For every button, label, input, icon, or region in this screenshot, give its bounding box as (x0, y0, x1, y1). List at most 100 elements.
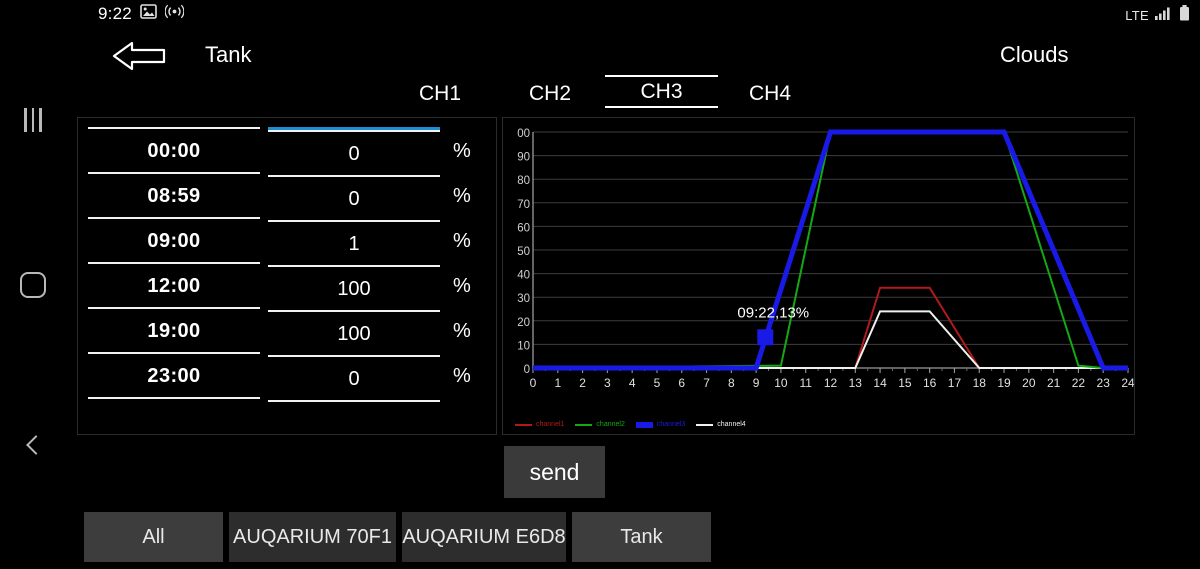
schedule-panel: 00:00 08:59 09:00 12:00 19:00 23:00 0 0 … (77, 117, 497, 435)
svg-text:1: 1 (554, 376, 561, 390)
svg-text:4: 4 (629, 376, 636, 390)
battery-icon (1179, 5, 1190, 26)
page-title: Tank (205, 42, 252, 67)
svg-text:30: 30 (517, 293, 530, 305)
svg-text:40: 40 (517, 270, 530, 282)
legend-label-channel3: channel3 (656, 421, 686, 428)
svg-text:9: 9 (753, 376, 760, 390)
value-input[interactable]: 0 (268, 357, 440, 402)
svg-text:7: 7 (703, 376, 710, 390)
svg-text:20: 20 (517, 317, 530, 329)
recents-icon[interactable] (0, 95, 66, 145)
back-arrow-icon[interactable] (110, 38, 168, 74)
legend-item-channel4: channel4 (696, 421, 746, 428)
svg-text:8: 8 (728, 376, 735, 390)
legend-label-channel2: channel2 (596, 421, 625, 428)
tab-ch4[interactable]: CH4 (730, 82, 810, 106)
legend-label-channel4: channel4 (717, 421, 746, 428)
status-bar-right: LTE (1125, 5, 1190, 26)
percent-symbol: % (453, 275, 471, 297)
svg-text:5: 5 (654, 376, 661, 390)
value-input[interactable]: 0 (268, 177, 440, 222)
broadcast-icon (164, 4, 185, 24)
device-button-all[interactable]: All (84, 512, 223, 562)
status-time: 9:22 (98, 4, 132, 23)
time-cell[interactable]: 19:00 (88, 309, 260, 354)
value-input[interactable]: 1 (268, 222, 440, 267)
svg-text:22: 22 (1072, 376, 1086, 390)
legend-item-channel1: channel1 (515, 421, 564, 428)
time-cell[interactable]: 08:59 (88, 174, 260, 219)
svg-text:21: 21 (1047, 376, 1061, 390)
svg-text:20: 20 (1022, 376, 1036, 390)
svg-text:23: 23 (1097, 376, 1111, 390)
send-button[interactable]: send (504, 446, 605, 498)
svg-text:24: 24 (1121, 376, 1134, 390)
header-right-title: Clouds (1000, 42, 1069, 67)
chart-panel[interactable]: 0 10 20 30 40 50 60 70 80 90 00 0 1 2 3 4 5 6 7 8 9 10 11 12 13 1… (502, 117, 1135, 435)
legend-item-channel3: channel3 (635, 421, 686, 428)
percent-symbol: % (453, 320, 471, 342)
svg-text:11: 11 (799, 376, 812, 390)
schedule-percent-column: % % % % % % (453, 127, 493, 399)
signal-bars-icon (1155, 6, 1173, 25)
value-input[interactable]: 100 (268, 267, 440, 312)
image-icon (140, 4, 157, 24)
svg-text:17: 17 (948, 376, 962, 390)
device-selector-row: All AUQARIUM 70F1 AUQARIUM E6D8 Tank (84, 512, 711, 562)
percent-symbol: % (453, 365, 471, 387)
svg-text:10: 10 (774, 376, 788, 390)
status-bar: 9:22 LTE (0, 0, 1200, 30)
device-button-tank[interactable]: Tank (572, 512, 711, 562)
device-button-auqarium-70f1[interactable]: AUQARIUM 70F1 (229, 512, 396, 562)
tab-ch2[interactable]: CH2 (510, 82, 590, 106)
svg-text:00: 00 (517, 128, 530, 140)
legend-swatch-channel2 (575, 423, 593, 426)
legend-label-channel1: channel1 (536, 421, 565, 428)
android-nav-bar (0, 30, 66, 569)
legend-item-channel2: channel2 (575, 421, 625, 428)
tab-ch3[interactable]: CH3 (605, 75, 718, 108)
time-cell[interactable]: 12:00 (88, 264, 260, 309)
svg-text:15: 15 (898, 376, 912, 390)
svg-text:50: 50 (517, 246, 530, 258)
svg-text:80: 80 (517, 175, 530, 187)
percent-symbol: % (453, 140, 471, 162)
legend-swatch-channel3 (635, 421, 653, 428)
svg-text:3: 3 (604, 376, 611, 390)
percent-symbol: % (453, 230, 471, 252)
channel-tabs: CH1 CH2 CH3 CH4 (400, 70, 820, 112)
back-chevron-icon[interactable] (0, 420, 66, 470)
schedule-line-chart: 0102030405060708090000 1 2 3 4 5 6 7 8 9 10 11 12 13 1… (517, 128, 1134, 390)
svg-text:70: 70 (517, 199, 530, 211)
value-input[interactable]: 100 (268, 312, 440, 357)
schedule-time-column: 00:00 08:59 09:00 12:00 19:00 23:00 (88, 127, 260, 399)
percent-symbol: % (453, 185, 471, 207)
svg-text:60: 60 (517, 222, 530, 234)
time-cell[interactable]: 09:00 (88, 219, 260, 264)
app-root: 9:22 LTE Tank Clouds CH1 CH2 CH3 CH4 00:… (0, 0, 1200, 569)
schedule-value-column: 0 0 1 100 100 0 (268, 127, 440, 402)
svg-text:18: 18 (973, 376, 987, 390)
home-icon[interactable] (0, 260, 66, 310)
svg-text:0: 0 (530, 376, 537, 390)
svg-text:12: 12 (824, 376, 838, 390)
value-input[interactable]: 0 (268, 132, 440, 177)
svg-text:6: 6 (678, 376, 685, 390)
status-bar-left: 9:22 (98, 4, 185, 24)
svg-text:14: 14 (873, 376, 887, 390)
svg-text:2: 2 (579, 376, 586, 390)
svg-text:16: 16 (923, 376, 937, 390)
time-cell[interactable]: 00:00 (88, 129, 260, 174)
network-label: LTE (1125, 8, 1149, 23)
legend-swatch-channel4 (696, 423, 714, 426)
time-cell[interactable]: 23:00 (88, 354, 260, 399)
svg-text:19: 19 (997, 376, 1011, 390)
tab-ch1[interactable]: CH1 (400, 82, 480, 106)
svg-text:13: 13 (849, 376, 863, 390)
svg-text:90: 90 (517, 152, 530, 164)
device-button-auqarium-e6d8[interactable]: AUQARIUM E6D8 (402, 512, 566, 562)
svg-text:10: 10 (517, 340, 530, 352)
svg-text:0: 0 (524, 364, 530, 376)
legend-swatch-channel1 (515, 423, 532, 426)
